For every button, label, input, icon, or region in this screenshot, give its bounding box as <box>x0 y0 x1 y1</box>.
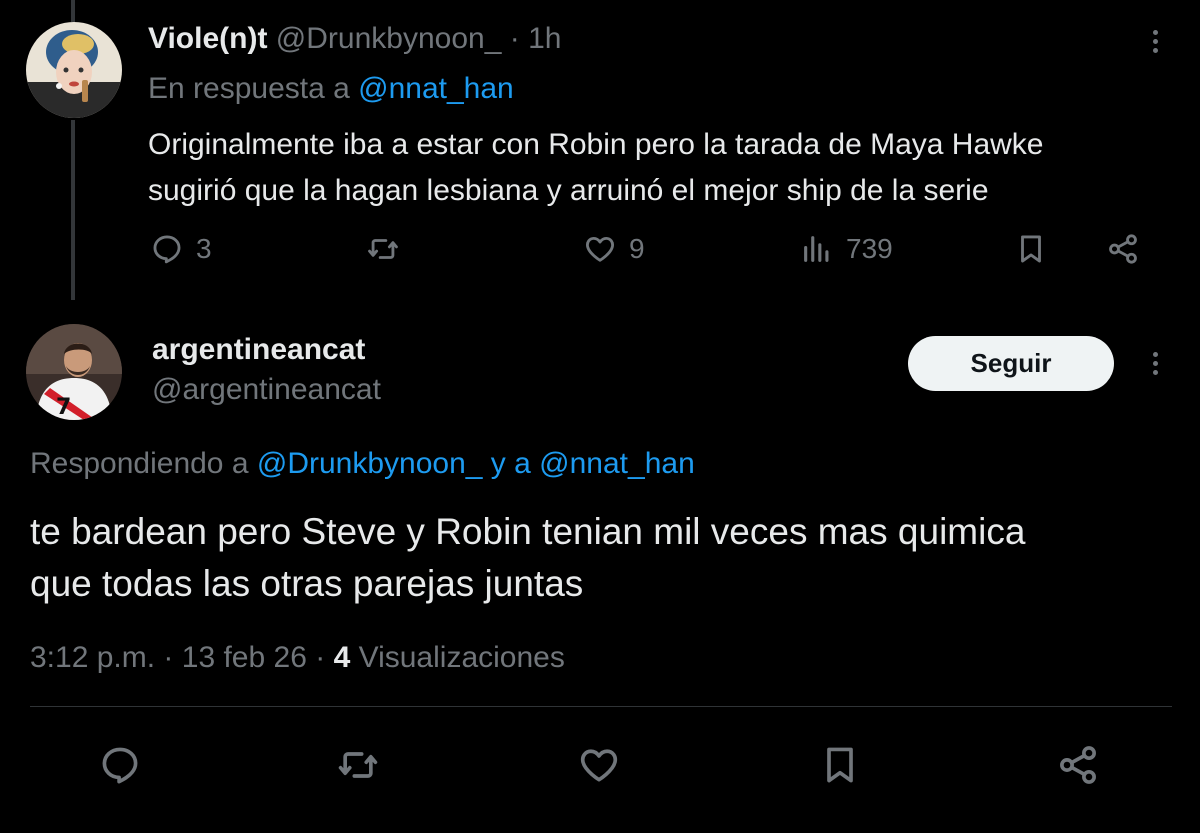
tweet1-bookmark-button[interactable] <box>1014 232 1048 266</box>
tweet1-like-button[interactable]: 9 <box>583 232 645 266</box>
tweet2-retweet-button[interactable] <box>336 743 380 787</box>
tweet1-reply-context: En respuesta a @nnat_han <box>148 70 514 108</box>
retweet-icon <box>338 752 378 778</box>
tweet1-time[interactable]: 1h <box>528 22 561 55</box>
tweet2-like-button[interactable] <box>577 743 621 787</box>
thread-connector-top <box>71 0 75 22</box>
tweet2-sep1: · <box>163 641 174 674</box>
tweet1-reply-count: 3 <box>196 233 212 264</box>
share-icon <box>1109 234 1137 264</box>
tweet1-more-icon[interactable] <box>1140 26 1170 56</box>
tweet2-view-count: 4 <box>333 641 351 674</box>
avatar-violent-image <box>26 22 122 118</box>
tweet2-date[interactable]: 13 feb 26 <box>182 641 307 674</box>
tweet2-text-line2: que todas las otras parejas juntas <box>30 563 584 604</box>
tweet2-more-icon[interactable] <box>1140 348 1170 378</box>
tweet1-text-line2: sugirió que la hagan lesbiana y arruinó … <box>148 174 989 207</box>
svg-text:7: 7 <box>56 395 71 420</box>
tweet2-bookmark-button[interactable] <box>818 743 862 787</box>
tweet1-like-count: 9 <box>629 233 645 264</box>
tweet1-reply-prefix: En respuesta a <box>148 72 350 105</box>
bookmark-icon <box>1021 235 1041 263</box>
tweet1-header: Viole(n)t @Drunkbynoon_ · 1h <box>148 20 561 58</box>
tweet2-text-line1: te bardean pero Steve y Robin tenian mil… <box>30 511 1026 552</box>
tweet1-display-name[interactable]: Viole(n)t <box>148 22 267 55</box>
follow-button[interactable]: Seguir <box>908 336 1114 391</box>
tweet2-reply-context: Respondiendo a @Drunkbynoon_ y a @nnat_h… <box>30 444 695 484</box>
tweet2-handle[interactable]: @argentineancat <box>152 370 381 410</box>
thread-connector-line <box>71 120 75 300</box>
views-icon <box>804 236 829 262</box>
tweet2-meta: 3:12 p.m. · 13 feb 26 · 4 Visualizacione… <box>30 638 565 678</box>
tweet2-share-button[interactable] <box>1056 743 1100 787</box>
divider <box>30 706 1172 707</box>
tweet2-sep2: · <box>315 641 326 674</box>
tweet2-view-label[interactable]: Visualizaciones <box>359 641 565 674</box>
tweet1-handle[interactable]: @Drunkbynoon_ <box>276 22 502 55</box>
share-icon <box>1060 746 1096 784</box>
tweet2-reply-join: y a <box>490 447 531 480</box>
tweet2-text: te bardean pero Steve y Robin tenian mil… <box>30 506 1025 610</box>
heart-icon <box>586 236 614 262</box>
avatar-argentineancat-image: 7 <box>26 324 122 420</box>
tweet2-reply-to-link-2[interactable]: @nnat_han <box>539 447 695 480</box>
tweet1-separator: · <box>509 22 520 55</box>
reply-icon <box>102 747 138 784</box>
tweet2-reply-to-link-1[interactable]: @Drunkbynoon_ <box>257 447 483 480</box>
tweet2-reply-prefix: Respondiendo a <box>30 447 249 480</box>
tweet2-reply-button[interactable] <box>98 743 142 787</box>
tweet1-views-button[interactable]: 739 <box>800 232 893 266</box>
tweet2-display-name[interactable]: argentineancat <box>152 330 365 370</box>
tweet1-share-button[interactable] <box>1106 232 1140 266</box>
bookmark-icon <box>827 747 853 783</box>
avatar-violent[interactable] <box>26 22 122 118</box>
avatar-argentineancat[interactable]: 7 <box>26 324 122 420</box>
heart-icon <box>580 749 618 782</box>
tweet2-time[interactable]: 3:12 p.m. <box>30 641 155 674</box>
tweet1-text-line1: Originalmente iba a estar con Robin pero… <box>148 128 1044 161</box>
retweet-icon <box>368 239 398 259</box>
tweet1-retweet-button[interactable] <box>366 232 400 266</box>
tweet1-text: Originalmente iba a estar con Robin pero… <box>148 122 1044 214</box>
reply-icon <box>153 235 181 264</box>
tweet1-reply-to-link[interactable]: @nnat_han <box>358 72 514 105</box>
tweet1-view-count: 739 <box>846 233 893 264</box>
tweet1-reply-button[interactable]: 3 <box>150 232 212 266</box>
